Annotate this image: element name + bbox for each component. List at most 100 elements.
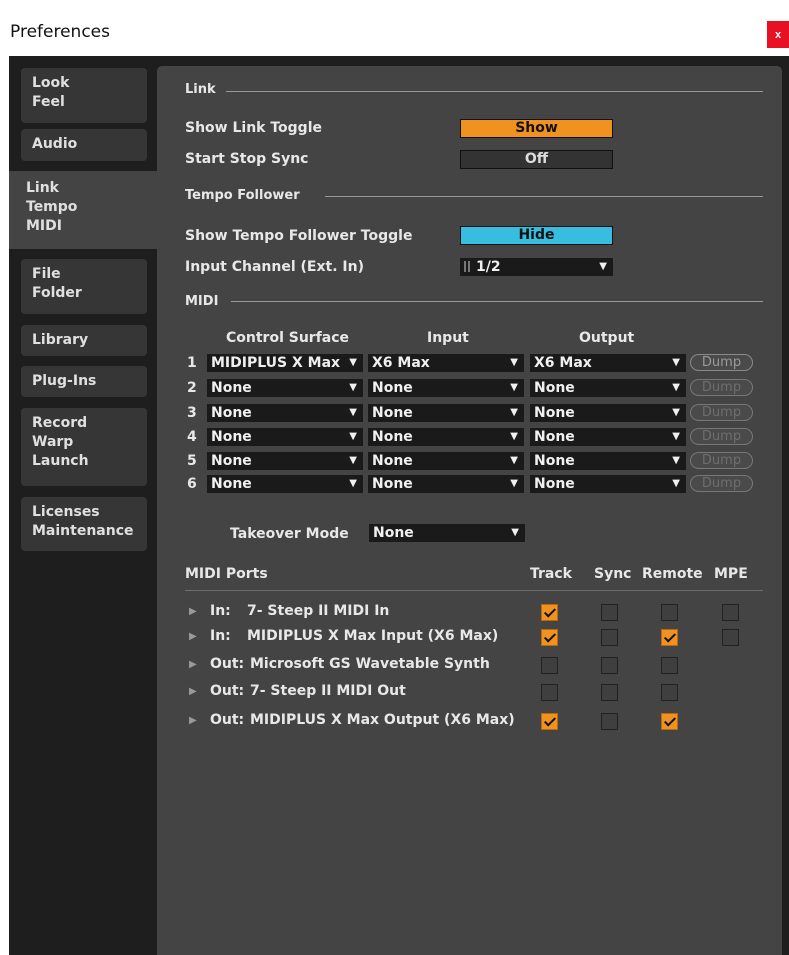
sync-checkbox[interactable] <box>601 684 618 701</box>
surface-value: None <box>211 405 252 421</box>
chevron-down-icon: ▼ <box>349 357 357 368</box>
port-name: 7- Steep II MIDI In <box>247 603 390 619</box>
chevron-down-icon: ▼ <box>510 431 518 442</box>
output-dropdown[interactable]: None ▼ <box>530 475 686 493</box>
show-link-toggle-button[interactable]: Show <box>460 119 613 138</box>
takeover-mode-label: Takeover Mode <box>230 526 349 542</box>
track-checkbox[interactable] <box>541 713 558 730</box>
chevron-down-icon: ▼ <box>599 261 607 272</box>
output-dropdown[interactable]: None ▼ <box>530 379 686 397</box>
sidebar-item-label: File <box>32 266 61 282</box>
column-header-input: Input <box>427 330 469 346</box>
input-channel-dropdown[interactable]: 1/2 ▼ <box>460 258 613 276</box>
chevron-down-icon: ▼ <box>672 431 680 442</box>
remote-checkbox[interactable] <box>661 604 678 621</box>
mpe-checkbox[interactable] <box>722 604 739 621</box>
dump-button[interactable]: Dump <box>690 354 753 371</box>
close-button[interactable]: x <box>767 21 789 48</box>
surface-dropdown[interactable]: None ▼ <box>207 379 363 397</box>
show-tempo-follower-button[interactable]: Hide <box>460 226 613 245</box>
dump-button[interactable]: Dump <box>690 452 753 469</box>
section-divider <box>325 196 763 197</box>
output-dropdown[interactable]: None ▼ <box>530 404 686 422</box>
output-value: None <box>534 380 575 396</box>
section-midi-title: MIDI <box>185 294 219 309</box>
surface-value: None <box>211 429 252 445</box>
sync-checkbox[interactable] <box>601 604 618 621</box>
output-dropdown[interactable]: None ▼ <box>530 452 686 470</box>
remote-checkbox[interactable] <box>661 713 678 730</box>
chevron-down-icon: ▼ <box>672 382 680 393</box>
port-direction: In: <box>210 628 231 644</box>
dump-button[interactable]: Dump <box>690 475 753 492</box>
input-dropdown[interactable]: None ▼ <box>368 404 524 422</box>
sidebar-item-audio[interactable]: Audio <box>21 129 147 161</box>
sidebar-item-record-warp-launch[interactable]: Record Warp Launch <box>21 408 147 486</box>
dump-button[interactable]: Dump <box>690 404 753 421</box>
port-direction: Out: <box>210 656 245 672</box>
sidebar-item-label: MIDI <box>26 218 62 234</box>
surface-dropdown[interactable]: None ▼ <box>207 404 363 422</box>
expand-triangle-icon[interactable]: ▶ <box>189 606 197 617</box>
surface-dropdown[interactable]: None ▼ <box>207 428 363 446</box>
expand-triangle-icon[interactable]: ▶ <box>189 631 197 642</box>
sidebar-item-library[interactable]: Library <box>21 325 147 356</box>
output-dropdown[interactable]: X6 Max ▼ <box>530 354 686 372</box>
title-bar: Preferences x <box>0 0 789 56</box>
input-dropdown[interactable]: None ▼ <box>368 428 524 446</box>
input-dropdown[interactable]: None ▼ <box>368 475 524 493</box>
input-dropdown[interactable]: None ▼ <box>368 452 524 470</box>
chevron-down-icon: ▼ <box>510 357 518 368</box>
row-number: 4 <box>187 429 197 445</box>
input-value: None <box>372 380 413 396</box>
chevron-down-icon: ▼ <box>349 431 357 442</box>
expand-triangle-icon[interactable]: ▶ <box>189 686 197 697</box>
sync-checkbox[interactable] <box>601 657 618 674</box>
input-value: None <box>372 405 413 421</box>
sidebar-item-link-tempo-midi[interactable]: Link Tempo MIDI <box>9 171 157 249</box>
sidebar-item-file-folder[interactable]: File Folder <box>21 259 147 314</box>
dump-button[interactable]: Dump <box>690 428 753 445</box>
sidebar-item-plug-ins[interactable]: Plug-Ins <box>21 366 147 397</box>
sidebar-item-licenses-maintenance[interactable]: Licenses Maintenance <box>21 497 147 551</box>
sidebar-item-label: Launch <box>32 453 89 469</box>
output-value: None <box>534 476 575 492</box>
input-dropdown[interactable]: None ▼ <box>368 379 524 397</box>
sync-checkbox[interactable] <box>601 629 618 646</box>
chevron-down-icon: ▼ <box>672 407 680 418</box>
track-checkbox[interactable] <box>541 604 558 621</box>
expand-triangle-icon[interactable]: ▶ <box>189 715 197 726</box>
start-stop-sync-button[interactable]: Off <box>460 150 613 169</box>
remote-checkbox[interactable] <box>661 657 678 674</box>
column-header-mpe: MPE <box>714 566 748 582</box>
expand-triangle-icon[interactable]: ▶ <box>189 659 197 670</box>
row-number: 6 <box>187 476 197 492</box>
input-dropdown[interactable]: X6 Max ▼ <box>368 354 524 372</box>
track-checkbox[interactable] <box>541 629 558 646</box>
row-number: 5 <box>187 453 197 469</box>
sync-checkbox[interactable] <box>601 713 618 730</box>
remote-checkbox[interactable] <box>661 629 678 646</box>
dump-button[interactable]: Dump <box>690 379 753 396</box>
sidebar-item-label: Tempo <box>26 199 78 215</box>
track-checkbox[interactable] <box>541 684 558 701</box>
show-tempo-follower-label: Show Tempo Follower Toggle <box>185 228 413 244</box>
channel-icon <box>464 261 470 272</box>
surface-dropdown[interactable]: None ▼ <box>207 475 363 493</box>
section-divider <box>185 590 763 591</box>
mpe-checkbox[interactable] <box>722 629 739 646</box>
surface-dropdown[interactable]: None ▼ <box>207 452 363 470</box>
surface-value: MIDIPLUS X Max <box>211 355 341 371</box>
surface-dropdown[interactable]: MIDIPLUS X Max ▼ <box>207 354 363 372</box>
chevron-down-icon: ▼ <box>510 455 518 466</box>
surface-value: None <box>211 453 252 469</box>
takeover-mode-dropdown[interactable]: None ▼ <box>369 524 525 542</box>
track-checkbox[interactable] <box>541 657 558 674</box>
input-value: X6 Max <box>372 355 430 371</box>
sidebar-item-label: Plug-Ins <box>32 373 97 389</box>
chevron-down-icon: ▼ <box>510 382 518 393</box>
output-dropdown[interactable]: None ▼ <box>530 428 686 446</box>
takeover-mode-value: None <box>373 525 414 541</box>
sidebar-item-look-feel[interactable]: Look Feel <box>21 68 147 123</box>
remote-checkbox[interactable] <box>661 684 678 701</box>
